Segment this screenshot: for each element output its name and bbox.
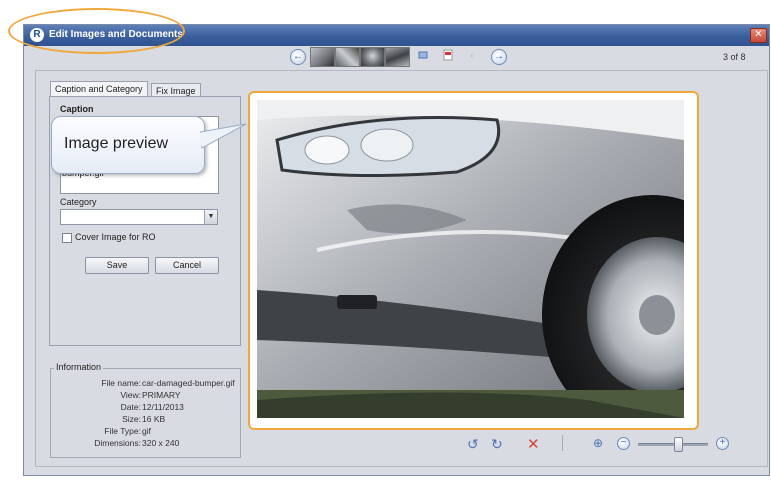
save-button[interactable]: Save <box>85 257 149 274</box>
info-value-date: 12/11/2013 <box>142 402 184 412</box>
info-value-file-type: gif <box>142 426 151 436</box>
info-value-file-name: car-damaged-bumper.gif <box>142 378 235 388</box>
callout-text: Image preview <box>64 135 169 152</box>
fit-to-window-icon[interactable]: ⊕ <box>593 436 603 450</box>
thumbnail-3[interactable] <box>360 47 385 67</box>
page-counter: 3 of 8 <box>723 52 746 62</box>
image-icon[interactable] <box>418 50 428 60</box>
info-label-file-type: File Type: <box>104 426 141 436</box>
info-value-dimensions: 320 x 240 <box>142 438 180 448</box>
pdf-icon[interactable] <box>443 49 453 61</box>
cover-image-checkbox[interactable] <box>62 233 72 243</box>
rotate-left-icon[interactable]: ↺ <box>467 436 479 453</box>
previous-arrow-icon[interactable]: ← <box>290 49 306 65</box>
zoom-in-icon[interactable]: + <box>716 437 729 450</box>
thumbnail-1[interactable] <box>310 47 335 67</box>
thumbnail-2[interactable] <box>335 47 360 67</box>
zoom-out-icon[interactable]: − <box>617 437 630 450</box>
info-label-dimensions: Dimensions: <box>94 438 141 448</box>
image-preview-callout: Image preview <box>51 116 205 174</box>
next-arrow-icon[interactable]: → <box>491 49 507 65</box>
info-label-view: View: <box>120 390 141 400</box>
caption-label: Caption <box>60 104 94 114</box>
category-label: Category <box>60 197 97 207</box>
disabled-left-arrow-icon: ‹ <box>470 50 474 62</box>
toolbar-divider <box>562 435 563 451</box>
information-legend: Information <box>54 362 104 372</box>
delete-icon[interactable]: ✕ <box>527 435 540 453</box>
cancel-button[interactable]: Cancel <box>155 257 219 274</box>
image-preview[interactable] <box>257 100 684 418</box>
category-select[interactable]: ▼ <box>60 209 218 225</box>
cover-image-label: Cover Image for RO <box>75 232 156 242</box>
tab-caption-and-category[interactable]: Caption and Category <box>50 81 148 96</box>
info-value-view: PRIMARY <box>142 390 181 400</box>
damaged-car-photo <box>257 100 684 418</box>
rotate-right-icon[interactable]: ↻ <box>491 436 503 453</box>
zoom-slider-thumb[interactable] <box>674 437 683 452</box>
zoom-slider-track[interactable] <box>638 443 708 446</box>
info-value-size: 16 KB <box>142 414 166 424</box>
close-button[interactable]: ✕ <box>750 28 767 43</box>
callout-pointer <box>200 123 247 149</box>
info-label-file-name: File name: <box>101 378 141 388</box>
info-label-date: Date: <box>120 402 141 412</box>
thumbnail-4[interactable] <box>385 47 410 67</box>
title-highlight-ring <box>8 8 185 54</box>
chevron-down-icon[interactable]: ▼ <box>204 210 217 224</box>
info-label-size: Size: <box>122 414 141 424</box>
